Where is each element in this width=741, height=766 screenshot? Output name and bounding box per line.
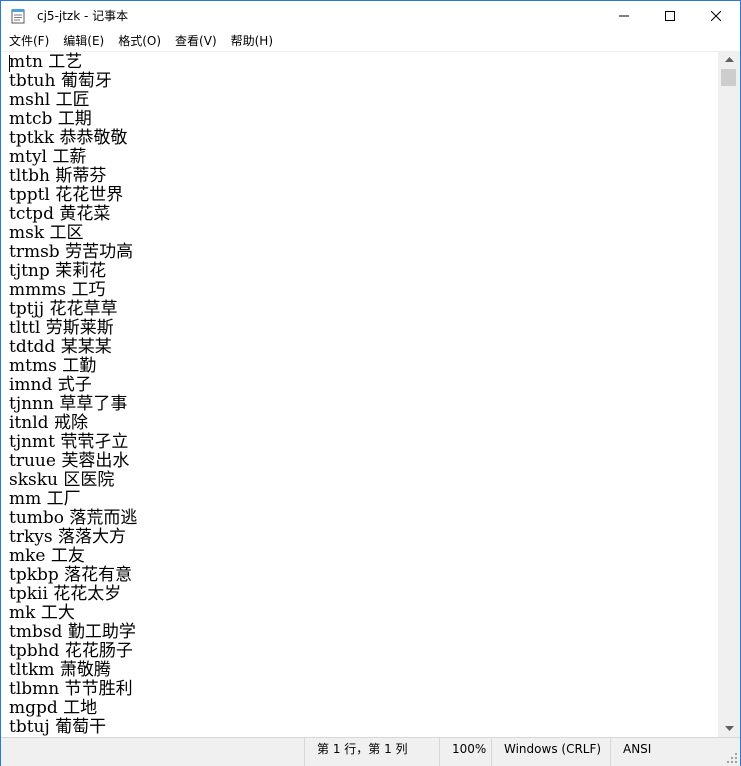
text-line: tmbsd 勤工助学 [9,622,136,642]
menu-bar: 文件(F) 编辑(E) 格式(O) 查看(V) 帮助(H) [1,31,740,51]
chevron-down-icon [724,726,734,731]
text-line: trmsb 劳苦功高 [9,242,134,262]
status-zoom: 100% [439,738,491,766]
text-line: tbtuj 葡萄干 [9,717,107,737]
text-line: tjnmt 茕茕孑立 [9,432,129,452]
text-line: mtms 工勤 [9,356,97,376]
text-line: mm 工厂 [9,489,81,509]
text-line: imnd 式子 [9,375,92,395]
text-line: tlbmn 节节胜利 [9,679,133,699]
scroll-down-button[interactable] [718,720,740,737]
menu-edit[interactable]: 编辑(E) [56,31,111,51]
close-icon [711,11,721,21]
text-line: mtcb 工期 [9,109,92,129]
text-line: mtyl 工薪 [9,147,87,167]
text-line: sksku 区医院 [9,470,115,490]
text-line: tpptl 花花世界 [9,185,124,205]
maximize-icon [665,11,675,21]
text-line: tumbo 落荒而逃 [9,508,138,528]
text-line: msk 工区 [9,223,84,243]
vertical-scrollbar[interactable] [718,51,740,737]
text-line: tpkii 花花太岁 [9,584,122,604]
text-line: tptkk 恭恭敬敬 [9,128,128,148]
text-line: tlttl 劳斯莱斯 [9,318,114,338]
status-encoding: ANSI [610,738,718,766]
notepad-icon [11,9,25,24]
text-line: tptjj 花花草草 [9,299,118,319]
scroll-up-button[interactable] [718,51,740,68]
text-line: trkys 落落大方 [9,527,126,547]
close-button[interactable] [693,1,739,31]
chevron-up-icon [724,57,734,62]
menu-format[interactable]: 格式(O) [111,31,168,51]
text-line: mke 工友 [9,546,85,566]
text-line: tpkbp 落花有意 [9,565,133,585]
title-bar[interactable]: cj5-jtzk - 记事本 [1,1,740,31]
notepad-window: cj5-jtzk - 记事本 文件(F) 编辑(E) 格式(O) 查看(V) 帮… [0,0,741,766]
text-line: tpbhd 花花肠子 [9,641,133,661]
text-line: itnld 戒除 [9,413,88,433]
menu-view[interactable]: 查看(V) [168,31,224,51]
window-title: cj5-jtzk - 记事本 [37,9,129,23]
minimize-icon [619,15,629,17]
text-line: mgpd 工地 [9,698,98,718]
text-line: mmms 工巧 [9,280,106,300]
text-line: tctpd 黄花菜 [9,204,111,224]
text-line: tltbh 斯蒂芬 [9,166,107,186]
text-line: tjtnp 茉莉花 [9,261,107,281]
text-line: tdtdd 某某某 [9,337,112,357]
text-line: mshl 工匠 [9,90,90,110]
text-line: tbtuh 葡萄牙 [9,71,112,91]
scroll-thumb[interactable] [721,69,736,86]
text-line: mtn 工艺 [9,52,83,72]
status-line-ending: Windows (CRLF) [491,738,610,766]
status-cursor-position: 第 1 行，第 1 列 [304,738,439,766]
maximize-button[interactable] [647,1,693,31]
status-bar: 第 1 行，第 1 列 100% Windows (CRLF) ANSI [1,737,740,766]
minimize-button[interactable] [601,1,647,31]
resize-grip-icon[interactable] [726,752,738,764]
text-line: tjnnn 草草了事 [9,394,128,414]
text-editor[interactable]: mtn 工艺 tbtuh 葡萄牙 mshl 工匠 mtcb 工期 tptkk 恭恭敬敬 m… [1,51,718,738]
menu-help[interactable]: 帮助(H) [224,31,280,51]
menu-file[interactable]: 文件(F) [1,31,56,51]
editor-lines: mtn 工艺 tbtuh 葡萄牙 mshl 工匠 mtcb 工期 tptkk 恭恭敬敬 m… [9,53,137,737]
text-line: tltkm 萧敬腾 [9,660,111,680]
text-line: mk 工大 [9,603,75,623]
text-line: truue 芙蓉出水 [9,451,130,471]
